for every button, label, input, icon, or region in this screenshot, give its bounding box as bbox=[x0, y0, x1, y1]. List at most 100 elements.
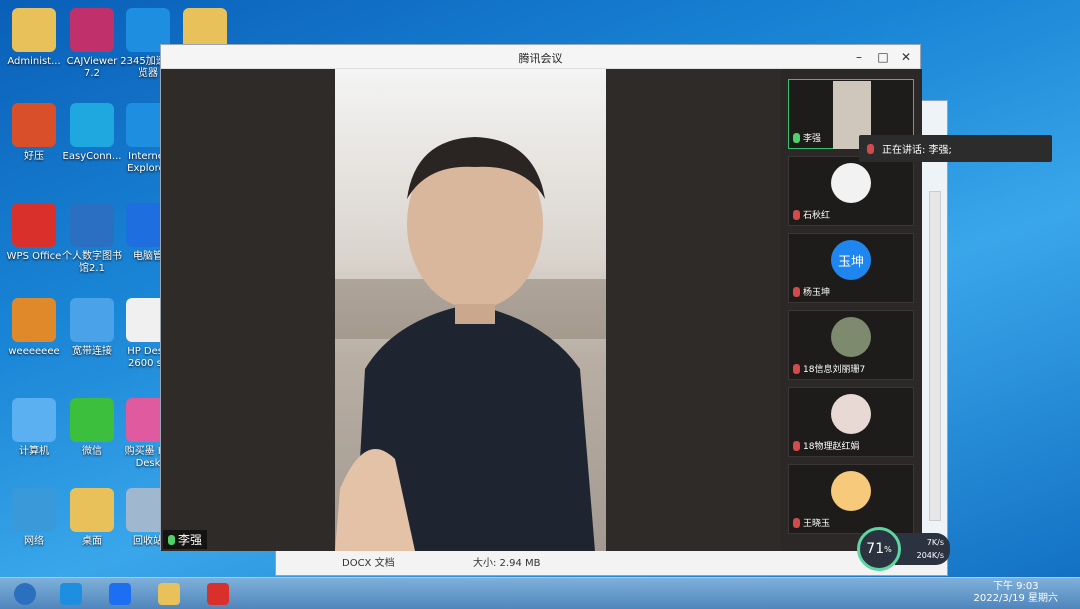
clock[interactable]: 下午 9:03 2022/3/19 星期六 bbox=[974, 581, 1058, 605]
usage-unit: % bbox=[884, 544, 892, 554]
desktop-icon-label: 个人数字图书馆2.1 bbox=[62, 251, 122, 274]
desktop-icon[interactable]: 网络 bbox=[4, 488, 64, 548]
folder-icon bbox=[70, 488, 114, 532]
user-folder-icon bbox=[12, 8, 56, 52]
avatar bbox=[831, 394, 871, 434]
speaker-video bbox=[335, 69, 606, 551]
app-icon bbox=[12, 298, 56, 342]
participant-name: 石秋红 bbox=[803, 211, 831, 221]
desktop-icon[interactable]: 个人数字图书馆2.1 bbox=[62, 203, 122, 275]
network-icon bbox=[70, 298, 114, 342]
desktop-icon[interactable]: EasyConn... bbox=[62, 103, 122, 163]
background-scrollbar[interactable] bbox=[929, 191, 941, 521]
mic-icon bbox=[793, 132, 800, 143]
globe-icon bbox=[12, 488, 56, 532]
file-type: DOCX 文档 bbox=[342, 558, 395, 569]
wechat-icon bbox=[70, 398, 114, 442]
desktop-icon-label: weeeeeee bbox=[8, 346, 60, 357]
close-button[interactable]: ✕ bbox=[897, 48, 915, 66]
speaker-figure bbox=[335, 137, 606, 551]
participant-name: 王晓玉 bbox=[803, 519, 831, 529]
clock-date: 2022/3/19 星期六 bbox=[973, 593, 1058, 604]
desktop-icon[interactable]: WPS Office bbox=[4, 203, 64, 263]
desktop-icon-label: 计算机 bbox=[19, 446, 49, 457]
participant-name: 李强 bbox=[803, 134, 822, 144]
computer-icon bbox=[12, 398, 56, 442]
taskbar-wps[interactable] bbox=[195, 580, 241, 608]
participant-name-row: 18物理赵红娟 bbox=[793, 439, 859, 452]
speaking-indicator: 正在讲话: 李强; bbox=[859, 135, 1052, 162]
cajviewer-icon bbox=[70, 8, 114, 52]
folder-icon bbox=[158, 583, 180, 605]
desktop-icon[interactable]: 桌面 bbox=[62, 488, 122, 548]
file-size: 大小: 2.94 MB bbox=[473, 558, 541, 569]
desktop-icon-label: WPS Office bbox=[6, 251, 62, 262]
mic-muted-icon bbox=[793, 517, 800, 528]
speed-readout: 7K/s 204K/s bbox=[895, 533, 950, 565]
desktop-icon[interactable]: 宽带连接 bbox=[62, 298, 122, 358]
avatar bbox=[831, 163, 871, 203]
meeting-title: 腾讯会议 bbox=[518, 52, 563, 65]
participant-card[interactable]: 石秋红 bbox=[788, 156, 914, 226]
windows-icon bbox=[14, 583, 36, 605]
speaking-text: 正在讲话: 李强; bbox=[882, 145, 952, 156]
easyconnect-icon bbox=[70, 103, 114, 147]
participant-card[interactable]: 王晓玉 bbox=[788, 464, 914, 534]
ie-icon bbox=[60, 583, 82, 605]
participant-name: 18物理赵红娟 bbox=[803, 442, 860, 452]
download-speed: 204K/s bbox=[916, 551, 944, 560]
participant-name-row: 李强 bbox=[793, 131, 821, 144]
desktop-icon[interactable]: Administ... bbox=[4, 8, 64, 68]
desktop-icon[interactable]: 好压 bbox=[4, 103, 64, 163]
participant-card[interactable]: 玉坤 杨玉坤 bbox=[788, 233, 914, 303]
main-video-stage[interactable]: 李强 bbox=[161, 69, 781, 551]
main-speaker-name: 李强 bbox=[178, 533, 203, 547]
avatar bbox=[831, 317, 871, 357]
mic-icon bbox=[867, 143, 874, 154]
start-button[interactable] bbox=[2, 580, 48, 608]
maximize-button[interactable]: □ bbox=[874, 48, 892, 66]
participant-card[interactable]: 18物理赵红娟 bbox=[788, 387, 914, 457]
desktop-icon-label: 网络 bbox=[24, 536, 44, 547]
taskbar-explorer[interactable] bbox=[146, 580, 192, 608]
mic-icon bbox=[168, 534, 175, 545]
mic-muted-icon bbox=[793, 286, 800, 297]
participant-name-row: 18信息刘丽珊7 bbox=[793, 362, 865, 375]
desktop-icon[interactable]: 计算机 bbox=[4, 398, 64, 458]
meeting-titlebar: 腾讯会议 – □ ✕ bbox=[161, 45, 920, 69]
desktop-icon-label: 宽带连接 bbox=[72, 346, 112, 357]
usage-percent: 71 bbox=[866, 541, 885, 557]
desktop-icon[interactable]: CAJViewer 7.2 bbox=[62, 8, 122, 80]
minimize-button[interactable]: – bbox=[850, 48, 868, 66]
desktop-icon-label: 好压 bbox=[24, 151, 44, 162]
upload-speed: 7K/s bbox=[926, 538, 944, 547]
desktop-icon-label: CAJViewer 7.2 bbox=[66, 56, 118, 79]
desktop-icon-label: 微信 bbox=[82, 446, 102, 457]
mic-muted-icon bbox=[793, 363, 800, 374]
participant-name: 杨玉坤 bbox=[803, 288, 831, 298]
mic-muted-icon bbox=[793, 209, 800, 220]
desktop-icon-label: Administ... bbox=[7, 56, 61, 67]
participant-name: 18信息刘丽珊7 bbox=[803, 365, 866, 375]
taskbar-ie[interactable] bbox=[48, 580, 94, 608]
network-speed-widget[interactable]: 7K/s 204K/s 71% bbox=[857, 527, 950, 571]
desktop-icon[interactable]: 微信 bbox=[62, 398, 122, 458]
participant-name-row: 杨玉坤 bbox=[793, 285, 830, 298]
clock-time: 下午 9:03 bbox=[992, 581, 1039, 592]
main-speaker-tag: 李强 bbox=[163, 530, 208, 549]
taskbar: 下午 9:03 2022/3/19 星期六 bbox=[0, 577, 1080, 609]
avatar: 玉坤 bbox=[831, 240, 871, 280]
desktop-icon-label: 桌面 bbox=[82, 536, 102, 547]
avatar bbox=[831, 471, 871, 511]
desktop-icon[interactable]: weeeeeee bbox=[4, 298, 64, 358]
wps-icon bbox=[12, 203, 56, 247]
memory-usage-ring: 71% bbox=[857, 527, 901, 571]
participant-card[interactable]: 18信息刘丽珊7 bbox=[788, 310, 914, 380]
archive-icon bbox=[12, 103, 56, 147]
mic-muted-icon bbox=[793, 440, 800, 451]
desktop-icon-label: EasyConn... bbox=[62, 151, 122, 162]
taskbar-tencent-meeting[interactable] bbox=[97, 580, 143, 608]
system-tray: 下午 9:03 2022/3/19 星期六 bbox=[840, 578, 1080, 609]
tencent-meeting-icon bbox=[109, 583, 131, 605]
participant-name-row: 石秋红 bbox=[793, 208, 830, 221]
